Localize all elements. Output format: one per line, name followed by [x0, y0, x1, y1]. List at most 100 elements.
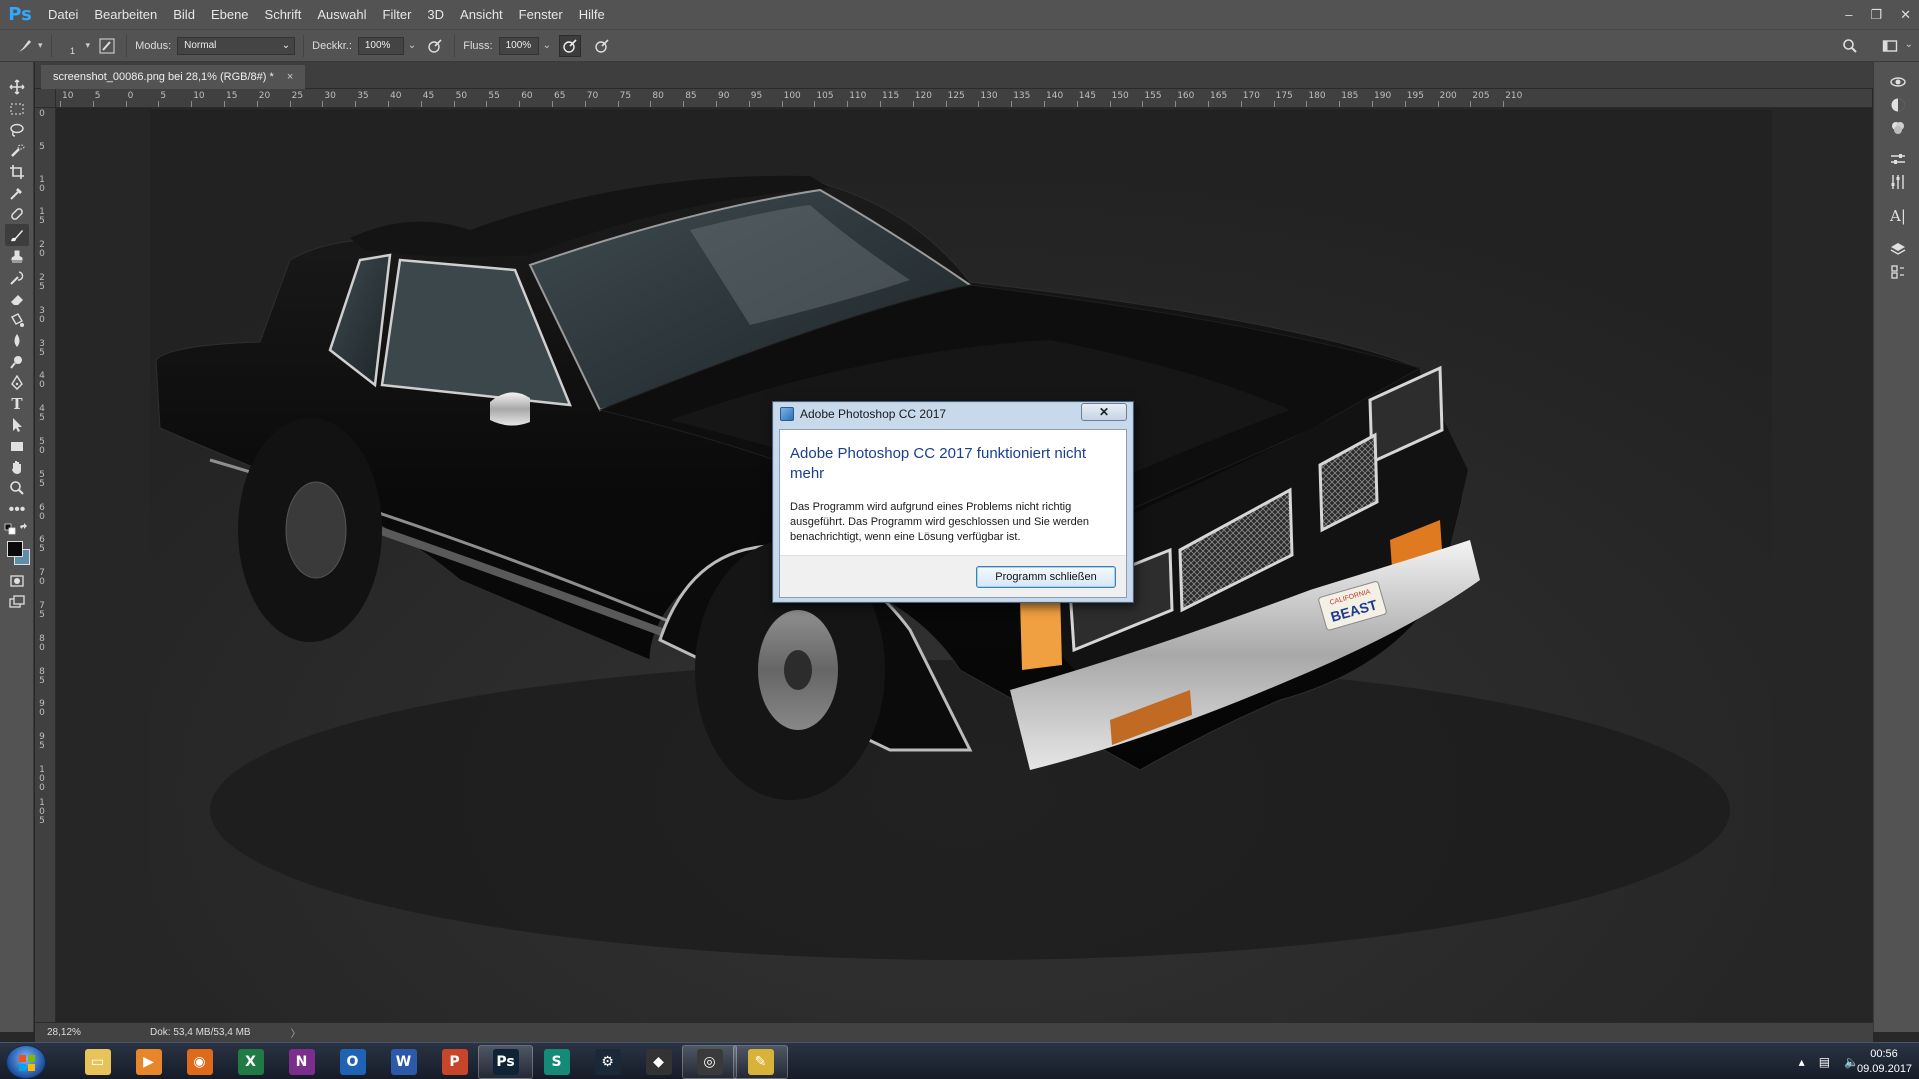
lasso-tool-icon[interactable] — [5, 119, 29, 141]
chevron-down-icon[interactable]: ⌄ — [1905, 39, 1913, 50]
taskbar-excel-button[interactable]: X — [223, 1045, 278, 1079]
zoom-tool-icon[interactable] — [5, 477, 29, 499]
close-program-button[interactable]: Programm schließen — [976, 566, 1116, 588]
more-tools-icon[interactable]: ••• — [5, 499, 29, 521]
minimize-button[interactable]: – — [1845, 7, 1852, 22]
brush-preset-icon[interactable] — [14, 35, 36, 57]
modus-select[interactable]: Normal ⌄ — [177, 36, 296, 55]
taskbar-outlook-button[interactable]: O — [325, 1045, 380, 1079]
menu-bearbeiten[interactable]: Bearbeiten — [86, 0, 165, 29]
clock-date: 09.09.2017 — [1857, 1063, 1913, 1075]
taskbar-word-button[interactable]: W — [376, 1045, 431, 1079]
brush-tool-icon[interactable] — [5, 224, 29, 246]
character-panel-icon[interactable]: A| — [1888, 206, 1908, 226]
pressure-opacity-icon[interactable] — [424, 35, 446, 57]
chevron-right-icon[interactable]: 〉 — [291, 1025, 301, 1040]
dodge-tool-icon[interactable] — [5, 351, 29, 373]
default-colors-icon[interactable] — [3, 522, 17, 536]
swap-colors-icon[interactable] — [17, 522, 31, 536]
menu-auswahl[interactable]: Auswahl — [309, 0, 374, 29]
ruler-label: 110 — [849, 91, 867, 101]
chevron-up-icon[interactable]: ▴ — [1799, 1055, 1805, 1069]
screen-mode-icon[interactable] — [5, 591, 29, 613]
chevron-down-icon[interactable]: ⌄ — [408, 40, 416, 51]
healing-brush-tool-icon[interactable] — [5, 203, 29, 225]
ruler-label: 175 — [1275, 91, 1293, 101]
menu-bild[interactable]: Bild — [165, 0, 203, 29]
type-tool-icon[interactable]: T — [5, 393, 29, 415]
foreground-color-swatch[interactable] — [7, 541, 23, 557]
workspace-icon[interactable] — [1879, 35, 1901, 57]
adjustments-panel-icon[interactable] — [1888, 172, 1908, 192]
fluss-input[interactable]: 100% — [498, 36, 539, 55]
channels-panel-icon[interactable] — [1888, 262, 1908, 282]
layers-panel-icon[interactable] — [1888, 239, 1908, 259]
pen-tool-icon[interactable] — [5, 372, 29, 394]
start-button[interactable] — [6, 1045, 46, 1079]
eraser-tool-icon[interactable] — [5, 288, 29, 310]
3d-panel-icon[interactable] — [1888, 72, 1908, 92]
taskbar-problem-reports-button[interactable]: ✎ — [733, 1045, 788, 1079]
path-selection-tool-icon[interactable] — [5, 414, 29, 436]
menu-3d[interactable]: 3D — [419, 0, 452, 29]
eyedropper-tool-icon[interactable] — [5, 182, 29, 204]
menu-filter[interactable]: Filter — [375, 0, 420, 29]
ruler-origin[interactable] — [35, 89, 56, 108]
taskbar-steam-button[interactable]: ⚙ — [580, 1045, 635, 1079]
move-tool-icon[interactable] — [5, 76, 29, 98]
close-icon[interactable]: × — [287, 71, 293, 83]
ruler-label: 35 — [39, 338, 45, 358]
taskbar-photoshop-button[interactable]: Ps — [478, 1045, 533, 1079]
brush-panel-icon[interactable] — [96, 35, 118, 57]
deckkraft-input[interactable]: 100% — [357, 36, 404, 55]
taskbar-powerpoint-button[interactable]: P — [427, 1045, 482, 1079]
horizontal-ruler[interactable]: 10 5 0 5 10 15 20 25 30 35 40 45 50 55 60 65 70 75 80 85 90 9… — [56, 89, 1872, 108]
dialog-titlebar[interactable]: Adobe Photoshop CC 2017 ✕ — [773, 402, 1133, 426]
chevron-down-icon[interactable]: ▾ — [38, 40, 43, 51]
airbrush-icon[interactable] — [559, 34, 581, 57]
taskbar-firefox-button[interactable]: ◉ — [172, 1045, 227, 1079]
dialog-close-button[interactable]: ✕ — [1081, 403, 1127, 421]
rectangle-tool-icon[interactable] — [5, 435, 29, 457]
menu-hilfe[interactable]: Hilfe — [571, 0, 613, 29]
ruler-label: 165 — [1210, 91, 1228, 101]
steam-icon: ⚙ — [594, 1049, 621, 1075]
quick-selection-tool-icon[interactable] — [5, 140, 29, 162]
hand-tool-icon[interactable] — [5, 456, 29, 478]
close-button[interactable]: ✕ — [1900, 7, 1911, 23]
vertical-ruler[interactable]: 0 5 10 15 20 25 30 35 40 45 50 55 60 65 70 75 80 85 90 95 10… — [35, 108, 56, 1022]
menu-datei[interactable]: Datei — [40, 0, 86, 29]
search-icon[interactable] — [1839, 35, 1861, 57]
color-panel-icon[interactable] — [1888, 95, 1908, 115]
taskbar-explorer-button[interactable]: ▭ — [70, 1045, 125, 1079]
menu-ebene[interactable]: Ebene — [203, 0, 257, 29]
brush-size-value[interactable]: 1 — [60, 36, 86, 56]
crop-tool-icon[interactable] — [5, 161, 29, 183]
history-brush-tool-icon[interactable] — [5, 267, 29, 289]
network-icon[interactable]: ▤ — [1819, 1055, 1830, 1069]
menu-schrift[interactable]: Schrift — [257, 0, 310, 29]
gradient-tool-icon[interactable] — [5, 309, 29, 331]
quick-mask-icon[interactable] — [5, 570, 29, 592]
marquee-tool-icon[interactable] — [5, 98, 29, 120]
properties-panel-icon[interactable] — [1888, 149, 1908, 169]
taskbar-media-player-button[interactable]: ▶ — [121, 1045, 176, 1079]
separator — [303, 34, 305, 57]
chevron-down-icon[interactable]: ⌄ — [543, 40, 551, 51]
taskbar-sway-button[interactable]: S — [529, 1045, 584, 1079]
menu-ansicht[interactable]: Ansicht — [452, 0, 511, 29]
document-tab[interactable]: screenshot_00086.png bei 28,1% (RGB/8#) … — [41, 65, 306, 89]
taskbar-obs-button[interactable]: ◎ — [682, 1045, 737, 1079]
blur-tool-icon[interactable] — [5, 330, 29, 352]
restore-button[interactable]: ❐ — [1870, 7, 1882, 23]
chevron-down-icon[interactable]: ▾ — [86, 40, 91, 51]
clone-stamp-tool-icon[interactable] — [5, 246, 29, 268]
ruler-label: 30 — [39, 305, 45, 325]
taskbar-unity-button[interactable]: ◆ — [631, 1045, 686, 1079]
zoom-level[interactable]: 28,12% — [35, 1027, 95, 1038]
clock[interactable]: 00:56 09.09.2017 — [1857, 1047, 1913, 1077]
pressure-size-icon[interactable] — [591, 35, 613, 57]
menu-fenster[interactable]: Fenster — [511, 0, 571, 29]
swatches-panel-icon[interactable] — [1888, 118, 1908, 138]
taskbar-onenote-button[interactable]: N — [274, 1045, 329, 1079]
